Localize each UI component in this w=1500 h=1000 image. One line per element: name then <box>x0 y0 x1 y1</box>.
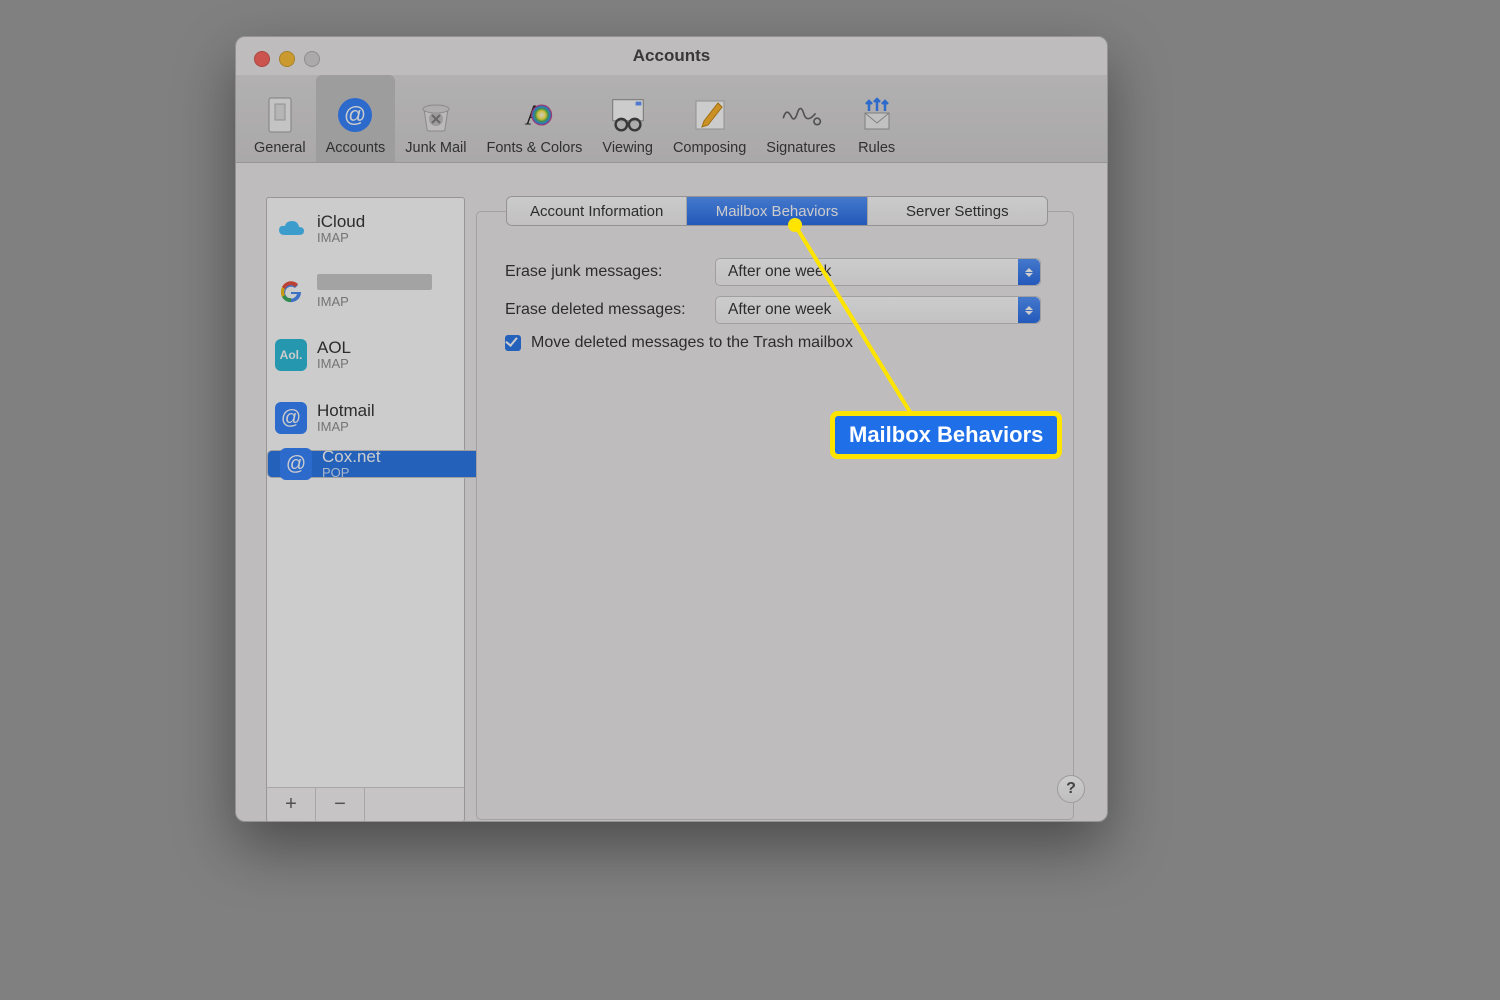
accounts-icon: @ <box>334 94 376 136</box>
add-account-button[interactable]: + <box>267 788 316 821</box>
toolbar-label: Rules <box>858 140 895 156</box>
toolbar-label: Fonts & Colors <box>487 140 583 156</box>
toolbar-item-rules[interactable]: Rules <box>846 75 908 162</box>
toolbar-item-composing[interactable]: Composing <box>663 75 756 162</box>
aol-icon: Aol. <box>275 339 307 371</box>
erase-junk-select[interactable]: After one week <box>715 258 1041 286</box>
icloud-icon <box>275 213 307 245</box>
remove-account-button[interactable]: − <box>316 788 365 821</box>
toolbar-item-fonts-colors[interactable]: A Fonts & Colors <box>477 75 593 162</box>
select-value: After one week <box>728 263 831 281</box>
rules-icon <box>856 94 898 136</box>
redacted-text <box>317 274 432 290</box>
account-row-google[interactable]: IMAP <box>267 261 464 324</box>
settings-panel: Erase junk messages: After one week Eras… <box>476 211 1074 820</box>
account-row-hotmail[interactable]: @ HotmailIMAP <box>267 387 464 450</box>
at-icon: @ <box>275 402 307 434</box>
account-name: Cox.net <box>322 447 381 467</box>
junk-mail-icon <box>415 94 457 136</box>
toolbar-label: Junk Mail <box>405 140 466 156</box>
google-icon <box>275 276 307 308</box>
add-remove-bar: + − <box>266 787 465 822</box>
titlebar: Accounts <box>236 37 1107 75</box>
erase-deleted-select[interactable]: After one week <box>715 296 1041 324</box>
erase-junk-label: Erase junk messages: <box>505 263 715 281</box>
tab-mailbox-behaviors[interactable]: Mailbox Behaviors <box>687 197 867 225</box>
fonts-colors-icon: A <box>513 94 555 136</box>
account-name: iCloud <box>317 212 365 232</box>
toolbar-item-viewing[interactable]: Viewing <box>592 75 663 162</box>
account-protocol: IMAP <box>317 357 351 372</box>
preferences-toolbar: General @ Accounts Junk Mail A Fonts & C… <box>236 75 1107 163</box>
svg-text:@: @ <box>344 102 366 127</box>
accounts-list: iCloudIMAP IMAP Aol. AOLIMAP @ HotmailIM… <box>266 197 465 789</box>
composing-icon <box>689 94 731 136</box>
toolbar-label: Viewing <box>602 140 653 156</box>
toolbar-label: Signatures <box>766 140 835 156</box>
chevron-updown-icon <box>1018 297 1040 323</box>
account-detail: Erase junk messages: After one week Eras… <box>476 197 1074 820</box>
account-tabs: Account Information Mailbox Behaviors Se… <box>507 197 1047 225</box>
account-name <box>317 274 432 295</box>
account-protocol: IMAP <box>317 231 365 246</box>
general-icon <box>259 94 301 136</box>
toolbar-label: Accounts <box>326 140 386 156</box>
toolbar-item-general[interactable]: General <box>244 75 316 162</box>
account-protocol: POP <box>322 466 381 481</box>
signatures-icon <box>780 94 822 136</box>
account-row-aol[interactable]: Aol. AOLIMAP <box>267 324 464 387</box>
move-deleted-label: Move deleted messages to the Trash mailb… <box>531 334 853 352</box>
help-button[interactable]: ? <box>1057 775 1085 803</box>
chevron-updown-icon <box>1018 259 1040 285</box>
at-icon: @ <box>280 448 312 480</box>
select-value: After one week <box>728 301 831 319</box>
window-title: Accounts <box>236 46 1107 66</box>
account-name: Hotmail <box>317 401 375 421</box>
tab-server-settings[interactable]: Server Settings <box>868 197 1047 225</box>
tab-account-information[interactable]: Account Information <box>507 197 687 225</box>
account-name: AOL <box>317 338 351 358</box>
toolbar-label: Composing <box>673 140 746 156</box>
toolbar-item-signatures[interactable]: Signatures <box>756 75 845 162</box>
account-protocol: IMAP <box>317 295 432 310</box>
account-row-icloud[interactable]: iCloudIMAP <box>267 198 464 261</box>
toolbar-label: General <box>254 140 306 156</box>
toolbar-item-junk-mail[interactable]: Junk Mail <box>395 75 476 162</box>
viewing-icon <box>607 94 649 136</box>
account-protocol: IMAP <box>317 420 375 435</box>
erase-deleted-label: Erase deleted messages: <box>505 301 715 319</box>
toolbar-item-accounts[interactable]: @ Accounts <box>316 75 396 162</box>
move-deleted-checkbox[interactable] <box>505 335 521 351</box>
annotation-callout: Mailbox Behaviors <box>835 416 1057 454</box>
